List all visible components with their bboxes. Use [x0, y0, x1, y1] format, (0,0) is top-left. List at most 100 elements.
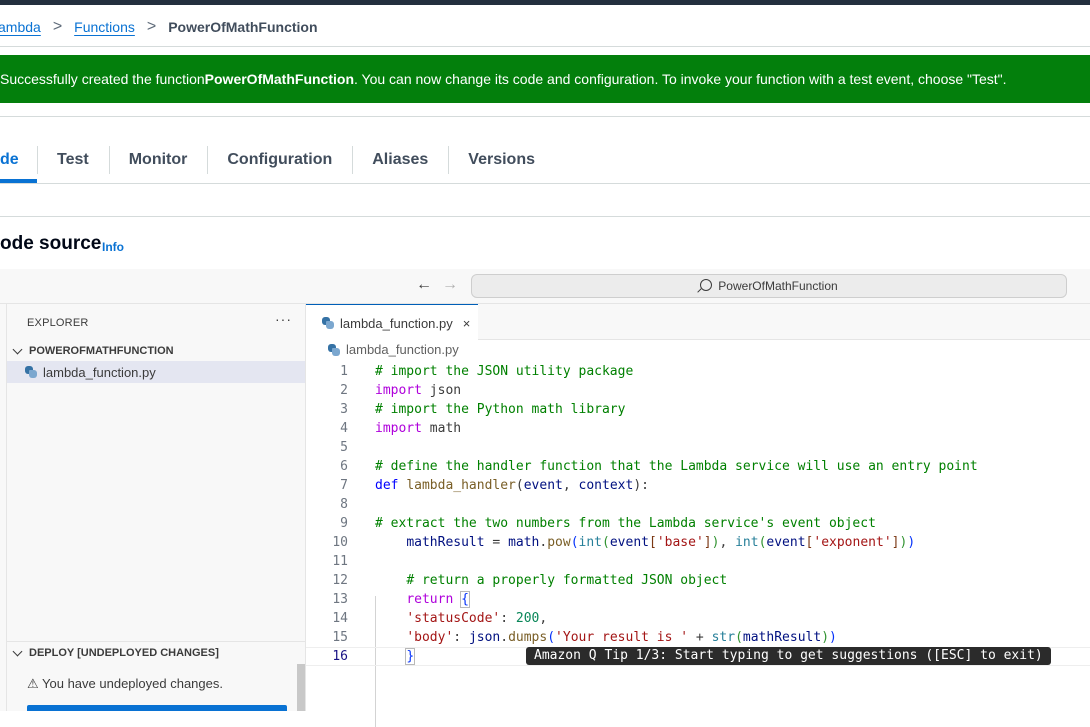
- tab-configuration[interactable]: Configuration: [207, 140, 352, 180]
- code-text: 'body': json.dumps('Your result is ' + s…: [406, 630, 837, 645]
- code-line: 4 import math: [306, 419, 1090, 438]
- code-area[interactable]: 1 # import the JSON utility package 2 impo…: [306, 362, 1090, 727]
- code-text: # import the Python math library: [375, 402, 626, 417]
- line-number: 2: [340, 383, 348, 398]
- code-line: 15 'body': json.dumps('Your result is ' …: [306, 628, 1090, 647]
- code-line: 14 'statusCode': 200,: [306, 609, 1090, 628]
- breadcrumb-functions-link[interactable]: Functions: [74, 19, 135, 35]
- code-text: mathResult = math.pow(int(event['base'])…: [406, 535, 916, 550]
- line-number: 16: [332, 649, 348, 664]
- activity-bar: [0, 304, 7, 711]
- code-text: # define the handler function that the L…: [375, 459, 978, 474]
- line-number: 13: [332, 592, 348, 607]
- folder-header[interactable]: POWEROFMATHFUNCTION: [7, 340, 305, 362]
- deploy-section-header[interactable]: DEPLOY [UNDEPLOYED CHANGES]: [7, 641, 305, 664]
- tab-versions[interactable]: Versions: [448, 140, 555, 180]
- editor-pane: lambda_function.py × lambda_function.py …: [306, 304, 1090, 727]
- forward-arrow-icon[interactable]: →: [442, 276, 458, 294]
- code-line: 10 mathResult = math.pow(int(event['base…: [306, 533, 1090, 552]
- deploy-title: DEPLOY [UNDEPLOYED CHANGES]: [29, 647, 219, 659]
- line-number: 9: [340, 516, 348, 531]
- command-center-label: PowerOfMathFunction: [718, 279, 838, 293]
- code-text: return {: [406, 591, 470, 608]
- line-number: 3: [340, 402, 348, 417]
- breadcrumb-separator: >: [52, 18, 63, 35]
- code-line-current: 16 } Amazon Q Tip 1/3: Start typing to ge…: [306, 647, 1090, 666]
- code-text: } Amazon Q Tip 1/3: Start typing to get s…: [375, 647, 1051, 665]
- code-line: 3 # import the Python math library: [306, 400, 1090, 419]
- ide-title-bar: ← → PowerOfMathFunction: [0, 269, 1090, 304]
- folder-name: POWEROFMATHFUNCTION: [29, 345, 174, 357]
- code-text: def lambda_handler(event, context):: [375, 478, 649, 493]
- divider: [0, 46, 1090, 47]
- code-line: 12 # return a properly formatted JSON ob…: [306, 571, 1090, 590]
- close-icon[interactable]: ×: [463, 316, 471, 331]
- undeployed-warning: ⚠ You have undeployed changes.: [27, 676, 223, 691]
- function-tabs: de Test Monitor Configuration Aliases Ve…: [0, 140, 555, 182]
- python-file-icon: [322, 317, 334, 329]
- command-center-search[interactable]: PowerOfMathFunction: [471, 274, 1067, 298]
- editor-breadcrumb-file[interactable]: lambda_function.py: [346, 342, 459, 357]
- console-top-bar: [0, 0, 1090, 5]
- explorer-title: EXPLORER: [27, 317, 89, 329]
- code-line: 2 import json: [306, 381, 1090, 400]
- divider: [0, 216, 1090, 217]
- code-line: 8: [306, 495, 1090, 514]
- deploy-button[interactable]: [27, 705, 287, 711]
- line-number: 5: [340, 440, 348, 455]
- code-text: # return a properly formatted JSON objec…: [406, 573, 728, 588]
- back-arrow-icon[interactable]: ←: [416, 276, 432, 294]
- line-number: 12: [332, 573, 348, 588]
- code-line: 5: [306, 438, 1090, 457]
- code-text: import math: [375, 421, 462, 436]
- sidebar-scrollbar[interactable]: [297, 664, 305, 711]
- code-line: 11: [306, 552, 1090, 571]
- breadcrumb: ambda > Functions > PowerOfMathFunction: [0, 17, 318, 37]
- chevron-down-icon: [12, 646, 23, 657]
- text-cursor: [414, 649, 416, 664]
- code-text: # extract the two numbers from the Lambd…: [375, 516, 876, 531]
- search-icon: [700, 279, 713, 291]
- editor-breadcrumb: lambda_function.py: [328, 342, 459, 357]
- tab-code[interactable]: de: [0, 140, 37, 180]
- line-number: 14: [332, 611, 348, 626]
- code-line: 1 # import the JSON utility package: [306, 362, 1090, 381]
- line-number: 15: [332, 630, 348, 645]
- divider: [0, 183, 1090, 184]
- breadcrumb-lambda-link[interactable]: ambda: [0, 19, 41, 35]
- flash-text-suffix: . You can now change its code and config…: [354, 71, 1007, 87]
- chevron-down-icon: [12, 344, 23, 355]
- code-editor-ide: ← → PowerOfMathFunction EXPLORER ··· POW…: [0, 269, 1090, 727]
- code-line: 9 # extract the two numbers from the Lamb…: [306, 514, 1090, 533]
- line-number: 10: [332, 535, 348, 550]
- amazon-q-tip: Amazon Q Tip 1/3: Start typing to get su…: [526, 647, 1051, 665]
- editor-tab-strip: lambda_function.py ×: [306, 304, 1090, 341]
- code-line: 13 return {: [306, 590, 1090, 609]
- line-number: 4: [340, 421, 348, 436]
- breadcrumb-separator: >: [146, 18, 157, 35]
- tab-aliases[interactable]: Aliases: [352, 140, 448, 180]
- breadcrumb-current: PowerOfMathFunction: [168, 19, 318, 35]
- success-flash-banner: Successfully created the function PowerO…: [0, 55, 1090, 103]
- explorer-sidebar: EXPLORER ··· POWEROFMATHFUNCTION lambda_…: [7, 304, 306, 711]
- flash-text-prefix: Successfully created the function: [0, 71, 205, 87]
- code-line: 7 def lambda_handler(event, context):: [306, 476, 1090, 495]
- editor-tab-label: lambda_function.py: [340, 315, 453, 331]
- line-number: 11: [332, 554, 348, 569]
- code-text: import json: [375, 383, 462, 398]
- file-name: lambda_function.py: [43, 364, 156, 380]
- line-number: 8: [340, 497, 348, 512]
- python-file-icon: [328, 343, 340, 356]
- line-number: 7: [340, 478, 348, 493]
- code-text: # import the JSON utility package: [375, 364, 634, 379]
- divider: [0, 116, 1090, 117]
- editor-tab-lambda-function[interactable]: lambda_function.py ×: [306, 304, 478, 341]
- info-link[interactable]: Info: [102, 240, 124, 254]
- tab-test[interactable]: Test: [37, 140, 109, 180]
- code-line: 6 # define the handler function that the …: [306, 457, 1090, 476]
- more-actions-icon[interactable]: ···: [275, 311, 292, 327]
- line-number: 1: [340, 364, 348, 379]
- python-file-icon: [25, 366, 37, 378]
- tab-monitor[interactable]: Monitor: [108, 140, 208, 180]
- file-tree-item[interactable]: lambda_function.py: [7, 361, 305, 383]
